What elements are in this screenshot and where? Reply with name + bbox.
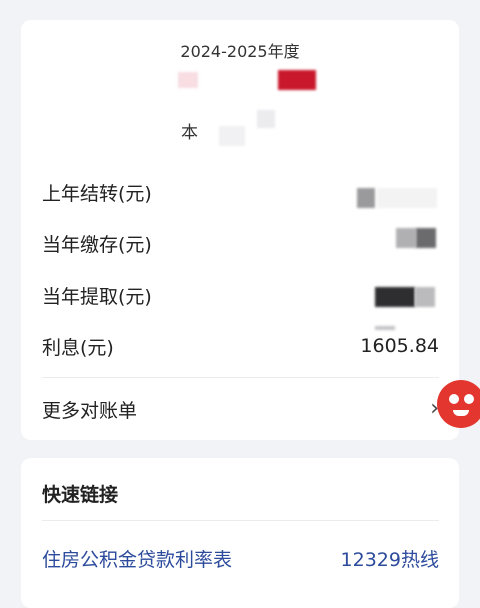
more-statements-label: 更多对账单 [42,399,138,422]
divider [42,520,439,521]
quick-links-title: 快速链接 [42,484,119,506]
assistant-mascot-icon[interactable] [437,380,480,428]
account-summary-card: 2024-2025年度 本 上年结转(元) 当年缴存(元) 当年提取(元) 利息… [21,20,459,440]
loan-rate-table-link[interactable]: 住房公积金贷款利率表 [42,545,232,572]
row-label: 利息(元) [42,336,114,359]
quick-links-card: 快速链接 住房公积金贷款利率表 12329热线 [21,458,459,608]
more-statements-button[interactable]: 更多对账单 › [42,394,439,424]
redacted-value [415,287,435,307]
balance-label: 本 [181,123,198,143]
redacted-value [416,228,436,248]
redacted-value [375,326,395,330]
hotline-12329-link[interactable]: 12329热线 [341,545,439,572]
row-label: 当年提取(元) [42,285,152,308]
redacted-block [178,72,198,88]
redacted-value [377,188,437,208]
interest-value: 1605.84 [360,335,439,357]
redacted-block [278,70,316,90]
row-current-year-deposit: 当年缴存(元) [42,228,439,258]
fiscal-year-label: 2024-2025年度 [180,42,300,61]
mascot-mouth [453,410,469,416]
redacted-block [257,110,275,128]
redacted-value [396,228,416,248]
divider [42,377,439,378]
row-label: 上年结转(元) [42,182,152,205]
row-interest: 利息(元) 1605.84 [42,331,439,361]
mascot-eye [449,394,459,404]
redacted-value [357,188,375,208]
redacted-value [375,287,415,307]
row-label: 当年缴存(元) [42,233,152,256]
mascot-eye [464,394,474,404]
quick-links-row: 住房公积金贷款利率表 12329热线 [42,543,439,573]
redacted-block [219,126,245,146]
